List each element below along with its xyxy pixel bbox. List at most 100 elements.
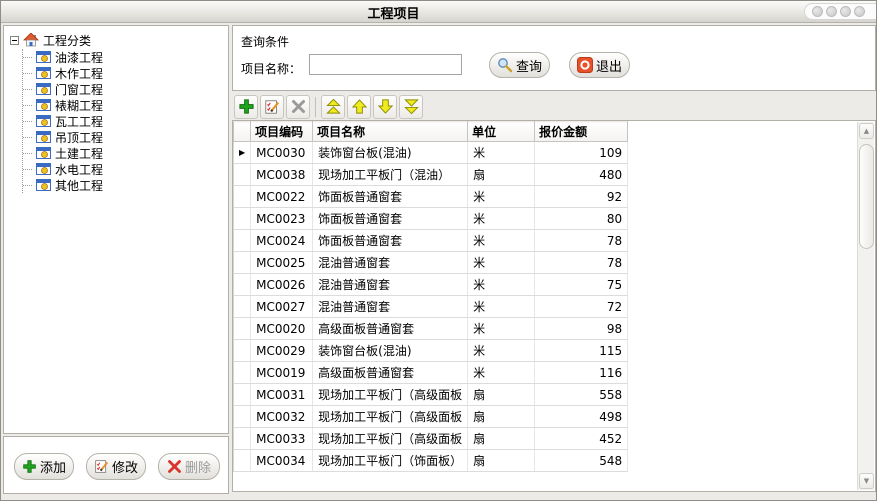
- column-header-price[interactable]: 报价金额: [535, 122, 628, 142]
- cell-code[interactable]: MC0027: [251, 296, 313, 318]
- cell-name[interactable]: 现场加工平板门（饰面板）: [313, 450, 468, 472]
- row-selector[interactable]: [234, 450, 251, 472]
- cell-unit[interactable]: 扇: [468, 406, 535, 428]
- cell-code[interactable]: MC0019: [251, 362, 313, 384]
- cell-price[interactable]: 72: [535, 296, 628, 318]
- cell-name[interactable]: 高级面板普通窗套: [313, 362, 468, 384]
- cell-unit[interactable]: 扇: [468, 164, 535, 186]
- tree-item[interactable]: 瓦工工程: [23, 113, 228, 129]
- exit-button[interactable]: 退出: [569, 52, 630, 78]
- toolbar-add-button[interactable]: [234, 95, 258, 119]
- cell-unit[interactable]: 米: [468, 142, 535, 164]
- tree-item[interactable]: 油漆工程: [23, 49, 228, 65]
- cell-unit[interactable]: 米: [468, 274, 535, 296]
- tree-item[interactable]: 土建工程: [23, 145, 228, 161]
- cell-name[interactable]: 饰面板普通窗套: [313, 208, 468, 230]
- toolbar-delete-button[interactable]: [286, 95, 310, 119]
- cell-code[interactable]: MC0023: [251, 208, 313, 230]
- cell-name[interactable]: 现场加工平板门（高级面板: [313, 384, 468, 406]
- row-selector[interactable]: [234, 296, 251, 318]
- row-selector[interactable]: [234, 340, 251, 362]
- cell-price[interactable]: 98: [535, 318, 628, 340]
- table-row[interactable]: MC0029装饰窗台板(混油)米115: [234, 340, 628, 362]
- row-selector[interactable]: [234, 208, 251, 230]
- table-row[interactable]: MC0026混油普通窗套米75: [234, 274, 628, 296]
- cell-price[interactable]: 78: [535, 230, 628, 252]
- cell-unit[interactable]: 扇: [468, 450, 535, 472]
- cell-price[interactable]: 480: [535, 164, 628, 186]
- cell-unit[interactable]: 扇: [468, 428, 535, 450]
- cell-price[interactable]: 92: [535, 186, 628, 208]
- move-bottom-button[interactable]: [399, 95, 423, 119]
- cell-name[interactable]: 混油普通窗套: [313, 252, 468, 274]
- table-row[interactable]: MC0034现场加工平板门（饰面板）扇548: [234, 450, 628, 472]
- tree-item[interactable]: 木作工程: [23, 65, 228, 81]
- cell-unit[interactable]: 米: [468, 186, 535, 208]
- cell-price[interactable]: 78: [535, 252, 628, 274]
- row-selector[interactable]: [234, 164, 251, 186]
- cell-unit[interactable]: 米: [468, 362, 535, 384]
- move-top-button[interactable]: [321, 95, 345, 119]
- row-selector[interactable]: [234, 406, 251, 428]
- cell-price[interactable]: 80: [535, 208, 628, 230]
- tree-item[interactable]: 吊顶工程: [23, 129, 228, 145]
- row-selector[interactable]: [234, 186, 251, 208]
- cell-price[interactable]: 558: [535, 384, 628, 406]
- cell-code[interactable]: MC0025: [251, 252, 313, 274]
- cell-unit[interactable]: 扇: [468, 384, 535, 406]
- search-button[interactable]: 查询: [489, 52, 550, 78]
- cell-name[interactable]: 装饰窗台板(混油): [313, 340, 468, 362]
- row-selector[interactable]: ▶: [234, 142, 251, 164]
- table-row[interactable]: MC0031现场加工平板门（高级面板扇558: [234, 384, 628, 406]
- move-up-button[interactable]: [347, 95, 371, 119]
- window-control-icon[interactable]: [826, 6, 837, 17]
- table-row[interactable]: MC0033现场加工平板门（高级面板扇452: [234, 428, 628, 450]
- table-row[interactable]: MC0025混油普通窗套米78: [234, 252, 628, 274]
- tree-item[interactable]: 水电工程: [23, 161, 228, 177]
- row-selector[interactable]: [234, 274, 251, 296]
- row-selector[interactable]: [234, 318, 251, 340]
- cell-price[interactable]: 452: [535, 428, 628, 450]
- cell-code[interactable]: MC0038: [251, 164, 313, 186]
- row-selector[interactable]: [234, 428, 251, 450]
- row-selector[interactable]: [234, 252, 251, 274]
- scrollbar-thumb[interactable]: [859, 144, 874, 249]
- table-row[interactable]: MC0032现场加工平板门（高级面板扇498: [234, 406, 628, 428]
- row-selector[interactable]: [234, 362, 251, 384]
- column-header-name[interactable]: 项目名称: [313, 122, 468, 142]
- delete-button[interactable]: 删除: [158, 453, 220, 480]
- window-control-icon[interactable]: [854, 6, 865, 17]
- cell-name[interactable]: 现场加工平板门（高级面板: [313, 428, 468, 450]
- cell-name[interactable]: 混油普通窗套: [313, 274, 468, 296]
- table-row[interactable]: MC0027混油普通窗套米72: [234, 296, 628, 318]
- project-name-input[interactable]: [309, 54, 462, 75]
- cell-unit[interactable]: 米: [468, 340, 535, 362]
- add-button[interactable]: 添加: [14, 453, 74, 480]
- tree-item[interactable]: 门窗工程: [23, 81, 228, 97]
- cell-price[interactable]: 498: [535, 406, 628, 428]
- cell-name[interactable]: 现场加工平板门（混油）: [313, 164, 468, 186]
- column-header-unit[interactable]: 单位: [468, 122, 535, 142]
- table-row[interactable]: ▶MC0030装饰窗台板(混油)米109: [234, 142, 628, 164]
- cell-code[interactable]: MC0022: [251, 186, 313, 208]
- move-down-button[interactable]: [373, 95, 397, 119]
- scroll-down-icon[interactable]: ▼: [859, 473, 874, 489]
- tree-item[interactable]: 其他工程: [23, 177, 228, 193]
- cell-unit[interactable]: 米: [468, 318, 535, 340]
- cell-name[interactable]: 高级面板普通窗套: [313, 318, 468, 340]
- row-selector[interactable]: [234, 384, 251, 406]
- tree-item[interactable]: 裱糊工程: [23, 97, 228, 113]
- tree-root[interactable]: 工程分类: [10, 32, 228, 49]
- cell-code[interactable]: MC0024: [251, 230, 313, 252]
- row-selector[interactable]: [234, 230, 251, 252]
- cell-code[interactable]: MC0020: [251, 318, 313, 340]
- cell-code[interactable]: MC0026: [251, 274, 313, 296]
- cell-name[interactable]: 饰面板普通窗套: [313, 186, 468, 208]
- cell-code[interactable]: MC0030: [251, 142, 313, 164]
- cell-unit[interactable]: 米: [468, 296, 535, 318]
- cell-unit[interactable]: 米: [468, 208, 535, 230]
- column-header-code[interactable]: 项目编码: [251, 122, 313, 142]
- cell-code[interactable]: MC0031: [251, 384, 313, 406]
- cell-price[interactable]: 116: [535, 362, 628, 384]
- cell-code[interactable]: MC0034: [251, 450, 313, 472]
